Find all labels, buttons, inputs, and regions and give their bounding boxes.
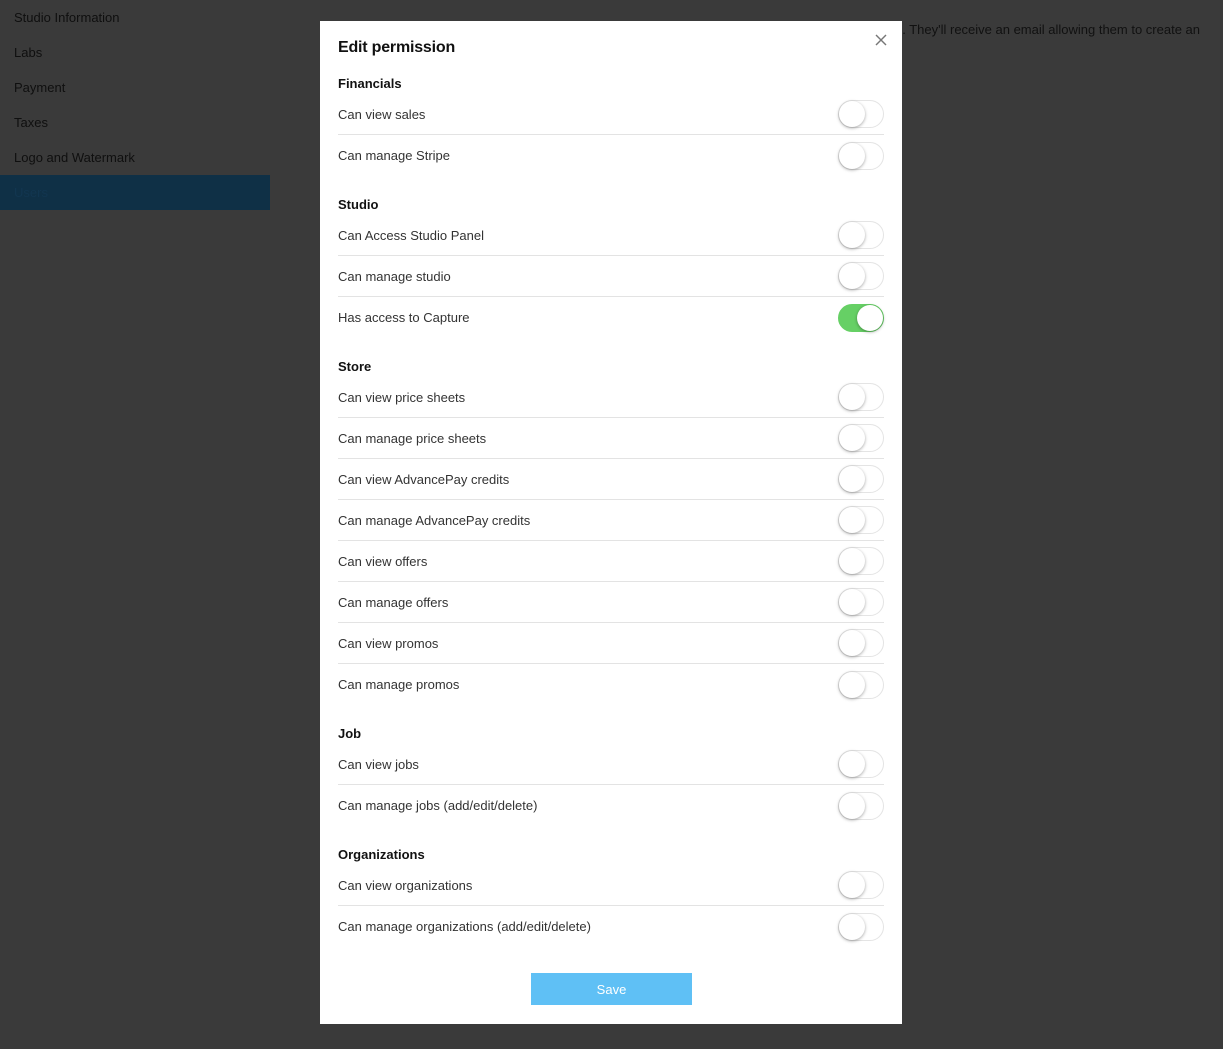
sidebar-item-payment[interactable]: Payment	[0, 70, 270, 105]
users-description-text: o. They'll receive an email allowing the…	[895, 22, 1201, 37]
section-title: Store	[338, 359, 372, 374]
permission-label: Can manage studio	[338, 268, 451, 284]
sidebar-item-logo-and-watermark[interactable]: Logo and Watermark	[0, 140, 270, 175]
permission-sections: Financials Can view sales Can manage Strip…	[338, 74, 884, 947]
permission-label: Can manage promos	[338, 677, 460, 692]
permission-row: Can view offers	[338, 541, 884, 582]
modal-title: Edit permission	[338, 39, 456, 56]
permission-label: Can view price sheets	[338, 389, 466, 405]
permission-label: Can Access Studio Panel	[338, 227, 484, 243]
toggle-knob	[839, 630, 865, 656]
toggle-knob	[839, 425, 865, 451]
settings-sidebar: Studio Information Labs Payment Taxes Lo…	[0, 0, 270, 210]
toggle-knob	[839, 384, 865, 410]
permission-label: Can manage organizations (add/edit/delet…	[338, 919, 591, 934]
toggle-knob	[857, 304, 883, 331]
section-title: Studio	[338, 197, 379, 212]
permission-label: Can manage offers	[338, 594, 449, 610]
permission-section: Organizations Can view organizations Can m…	[338, 845, 884, 947]
permission-row: Can manage studio	[338, 256, 884, 297]
permission-toggle[interactable]	[838, 871, 884, 899]
toggle-knob	[839, 101, 865, 127]
permission-toggle[interactable]	[838, 465, 884, 493]
toggle-knob	[839, 548, 865, 574]
edit-permission-modal: Edit permission Financials Can view sales…	[320, 21, 902, 1024]
permission-toggle[interactable]	[838, 670, 884, 699]
toggle-knob	[839, 913, 865, 940]
permission-toggle[interactable]	[838, 629, 884, 657]
permission-row: Can view promos	[338, 623, 884, 664]
permission-row: Can view price sheets	[338, 377, 884, 418]
permission-label: Can view offers	[338, 553, 428, 569]
toggle-knob	[839, 671, 865, 698]
toggle-knob	[839, 222, 865, 248]
permission-label: Can view jobs	[338, 756, 419, 772]
permission-label: Can view organizations	[338, 877, 473, 893]
permission-row: Can manage Stripe	[338, 135, 884, 176]
permission-toggle[interactable]	[838, 750, 884, 778]
permission-row: Can manage offers	[338, 582, 884, 623]
permission-row: Can view organizations	[338, 865, 884, 906]
toggle-knob	[839, 792, 865, 819]
permission-label: Can manage price sheets	[338, 430, 487, 446]
permission-toggle[interactable]	[838, 588, 884, 616]
permission-label: Can manage Stripe	[338, 148, 451, 163]
section-title: Organizations	[338, 847, 425, 862]
permission-toggle[interactable]	[838, 383, 884, 411]
save-button[interactable]: Save	[531, 973, 692, 1005]
toggle-knob	[839, 142, 865, 169]
permission-toggle[interactable]	[838, 141, 884, 170]
permission-label: Can view AdvancePay credits	[338, 471, 510, 487]
permission-label: Can view sales	[338, 106, 426, 122]
section-title: Financials	[338, 76, 402, 91]
toggle-knob	[839, 466, 865, 492]
permission-label: Can view promos	[338, 635, 439, 651]
permission-row: Can manage price sheets	[338, 418, 884, 459]
permission-label: Has access to Capture	[338, 310, 470, 325]
permission-section: Job Can view jobs Can manage jobs (add/edi…	[338, 724, 884, 826]
permission-section: Financials Can view sales Can manage Strip…	[338, 74, 884, 176]
permission-toggle[interactable]	[838, 424, 884, 452]
permission-toggle[interactable]	[838, 221, 884, 249]
permission-row: Can view AdvancePay credits	[338, 459, 884, 500]
permission-section: Studio Can Access Studio Panel Can manage …	[338, 195, 884, 338]
permission-row: Can Access Studio Panel	[338, 215, 884, 256]
permission-row: Can view sales	[338, 94, 884, 135]
permission-toggle[interactable]	[838, 912, 884, 941]
permission-row: Can view jobs	[338, 744, 884, 785]
permission-toggle[interactable]	[838, 303, 884, 332]
toggle-knob	[839, 263, 865, 289]
section-title: Job	[338, 726, 362, 741]
permission-row: Can manage organizations (add/edit/delet…	[338, 906, 884, 947]
permission-toggle[interactable]	[838, 547, 884, 575]
sidebar-item-labs[interactable]: Labs	[0, 35, 270, 70]
close-icon	[870, 29, 892, 51]
permission-section: Store Can view price sheets Can manage pri…	[338, 357, 884, 705]
toggle-knob	[839, 751, 865, 777]
permission-toggle[interactable]	[838, 506, 884, 534]
toggle-knob	[839, 507, 865, 533]
permission-row: Has access to Capture	[338, 297, 884, 338]
sidebar-item-taxes[interactable]: Taxes	[0, 105, 270, 140]
sidebar-item-users[interactable]: Users	[0, 175, 270, 210]
permission-toggle[interactable]	[838, 262, 884, 290]
toggle-knob	[839, 872, 865, 898]
permission-label: Can manage jobs (add/edit/delete)	[338, 798, 538, 813]
permission-label: Can manage AdvancePay credits	[338, 512, 531, 528]
close-button[interactable]	[870, 29, 892, 51]
toggle-knob	[839, 589, 865, 615]
permission-row: Can manage promos	[338, 664, 884, 705]
permission-toggle[interactable]	[838, 100, 884, 128]
permission-row: Can manage AdvancePay credits	[338, 500, 884, 541]
sidebar-item-studio-information[interactable]: Studio Information	[0, 0, 270, 35]
permission-toggle[interactable]	[838, 791, 884, 820]
permission-row: Can manage jobs (add/edit/delete)	[338, 785, 884, 826]
